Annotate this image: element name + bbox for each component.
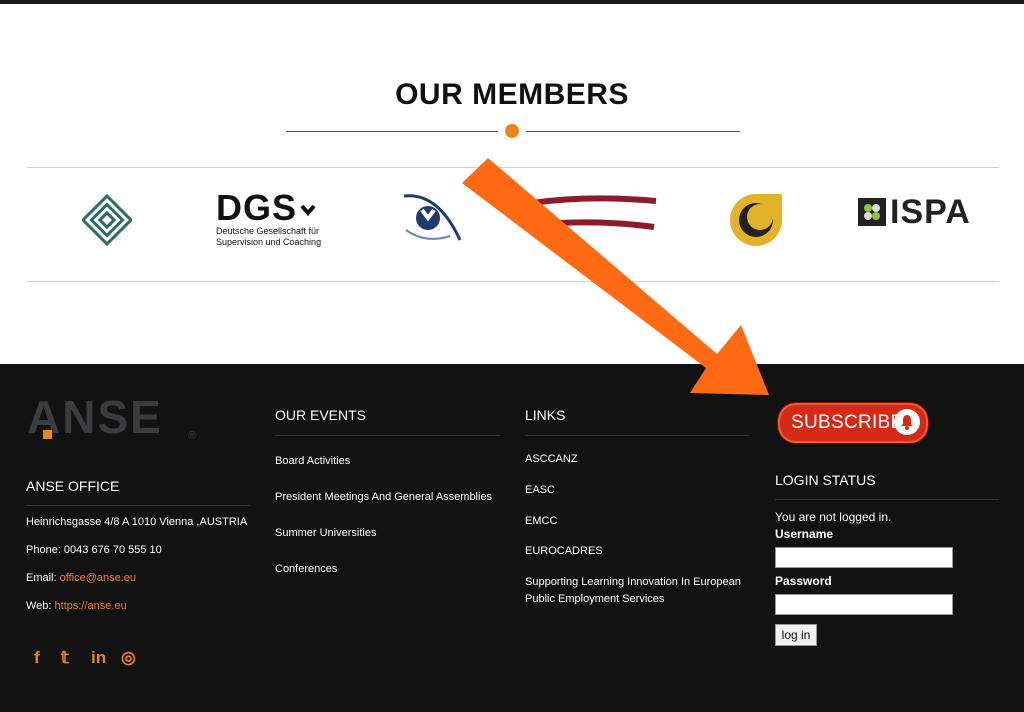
web-link[interactable]: https://anse.eu	[55, 600, 127, 612]
title-divider-dot	[505, 124, 519, 138]
bell-icon	[894, 409, 920, 435]
links-rule	[525, 435, 749, 436]
spiral-logo-icon	[80, 193, 134, 247]
link-asccanz[interactable]: ASCCANZ	[525, 451, 578, 468]
subscribe-button[interactable]: SUBSCRIBE	[778, 403, 928, 443]
member-logo-spiral[interactable]	[80, 193, 134, 247]
instagram-icon[interactable]: ◎	[121, 648, 136, 668]
username-label: Username	[775, 527, 834, 541]
events-rule	[275, 435, 500, 436]
eye-logo-icon	[403, 194, 462, 241]
password-label: Password	[775, 574, 832, 588]
members-bottom-rule	[27, 281, 999, 282]
member-logo-dgs[interactable]: DGS Deutsche Gesellschaft für Supervisio…	[216, 190, 326, 250]
link-emcc[interactable]: EMCC	[525, 513, 557, 530]
links-heading: LINKS	[525, 407, 566, 423]
ispa-mark-icon	[858, 198, 886, 226]
brush-logo-icon	[531, 195, 657, 230]
member-logo-circle[interactable]	[728, 192, 784, 248]
link-supporting-learning-line2: Public Employment Services	[525, 593, 665, 605]
event-link-summer[interactable]: Summer Universities	[275, 525, 376, 542]
password-input[interactable]	[775, 594, 953, 615]
link-supporting-learning-line1: Supporting Learning Innovation In Europe…	[525, 576, 741, 588]
top-bar	[0, 0, 1024, 4]
event-link-president[interactable]: President Meetings And General Assemblie…	[275, 489, 492, 506]
title-divider-right	[526, 131, 740, 132]
subscribe-label: SUBSCRIBE	[791, 412, 904, 433]
linkedin-icon[interactable]: in	[91, 648, 106, 668]
dgs-line1: Deutsche Gesellschaft für	[216, 226, 320, 236]
member-logo-brush[interactable]	[530, 193, 658, 233]
office-email: Email: office@anse.eu	[26, 570, 136, 587]
email-link[interactable]: office@anse.eu	[60, 572, 136, 584]
title-divider-left	[286, 131, 498, 132]
ispa-brand: ISPA	[890, 192, 971, 231]
dgs-brand: DGS	[216, 190, 326, 226]
twitter-icon[interactable]: 𝕥	[61, 648, 69, 668]
login-heading: LOGIN STATUS	[775, 472, 876, 488]
event-link-conferences[interactable]: Conferences	[275, 561, 337, 578]
events-heading: OUR EVENTS	[275, 407, 367, 423]
web-label: Web:	[26, 600, 55, 612]
office-address: Heinrichsgasse 4/8 A 1010 Vienna ,AUSTRI…	[26, 516, 248, 528]
office-phone: Phone: 0043 676 70 555 10	[26, 544, 162, 556]
member-logo-ispa[interactable]: ISPA	[858, 192, 978, 232]
dgs-chevron-icon	[300, 205, 316, 217]
login-button[interactable]: log in	[775, 624, 817, 646]
login-rule	[775, 499, 999, 500]
office-web: Web: https://anse.eu	[26, 598, 127, 615]
event-link-board[interactable]: Board Activities	[275, 453, 350, 470]
link-easc[interactable]: EASC	[525, 482, 555, 499]
facebook-icon[interactable]: f	[34, 648, 40, 668]
office-heading: ANSE OFFICE	[26, 478, 120, 494]
office-rule	[26, 505, 250, 506]
login-status-text: You are not logged in.	[775, 510, 892, 524]
member-logo-eye[interactable]	[398, 190, 468, 246]
email-label: Email:	[26, 572, 60, 584]
dgs-line2: Supervision und Coaching	[216, 237, 322, 247]
anse-logo-registered: ®	[188, 430, 197, 442]
username-input[interactable]	[775, 547, 953, 568]
anse-logo-dot	[43, 430, 52, 439]
circle-logo-icon	[730, 194, 782, 246]
members-top-rule	[27, 167, 999, 168]
link-eurocadres[interactable]: EUROCADRES	[525, 543, 603, 560]
members-title: OUR MEMBERS	[395, 78, 629, 111]
link-supporting-learning[interactable]: Supporting Learning Innovation In Europe…	[525, 574, 741, 608]
